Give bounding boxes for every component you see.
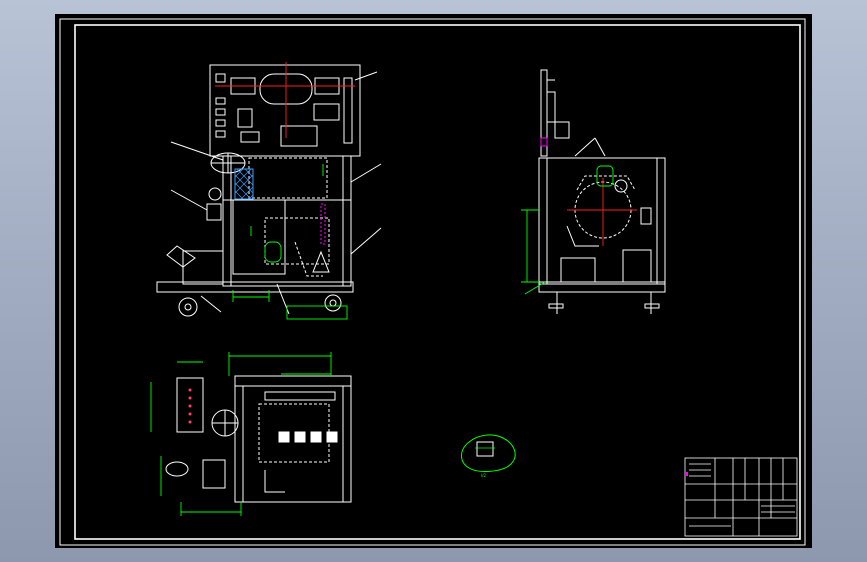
dim-front-2-box — [286, 305, 348, 320]
panel-small-screen — [240, 131, 260, 143]
side-frame — [538, 157, 666, 285]
side-foot-pad-right — [644, 303, 660, 309]
top-pipe — [264, 470, 285, 493]
panel-side-strip — [343, 77, 353, 144]
top-inner-rail — [264, 391, 336, 401]
panel-button-5 — [215, 130, 226, 138]
leader-6 — [200, 295, 222, 313]
caster-right — [324, 294, 342, 312]
front-view — [156, 64, 382, 317]
panel-switch-block — [237, 108, 253, 128]
front-hatch-box — [234, 168, 254, 200]
internal-tank — [248, 157, 328, 199]
panel-dot-1 — [188, 388, 192, 392]
side-magenta-marker — [540, 137, 548, 147]
detail-part — [476, 441, 494, 457]
top-panel-dots — [188, 388, 192, 424]
leader-4 — [350, 163, 382, 183]
front-frame — [222, 155, 352, 287]
leader-1 — [170, 141, 224, 161]
top-block-2 — [294, 431, 306, 443]
panel-dot-5 — [188, 420, 192, 424]
detail-label: I/2 — [481, 473, 487, 478]
side-panel-upright — [540, 69, 548, 157]
side-steering-column — [574, 137, 596, 157]
detail-view: I/2 — [461, 434, 516, 478]
front-detail-circle — [264, 241, 282, 263]
panel-button-3 — [215, 108, 226, 116]
side-dimensions — [521, 165, 614, 295]
top-block-4 — [326, 431, 338, 443]
side-panel-knob — [554, 121, 570, 139]
panel-dot-3 — [188, 404, 192, 408]
panel-dot-2 — [188, 396, 192, 400]
side-gear-knob — [640, 207, 652, 225]
caster-left-hub — [184, 303, 192, 311]
frame-panel-left — [232, 199, 286, 275]
internal-pipe — [294, 241, 323, 277]
panel-button-2 — [215, 97, 226, 105]
side-battery — [560, 257, 596, 283]
top-view — [165, 375, 352, 503]
leader-5 — [350, 227, 382, 255]
top-block-3 — [310, 431, 322, 443]
pedal — [166, 245, 196, 268]
leader-3 — [354, 71, 378, 81]
side-steering-arm — [594, 137, 606, 157]
title-block — [684, 457, 798, 537]
drawing-canvas: I/2 — [59, 18, 806, 546]
side-panel-box — [546, 91, 556, 123]
hatch-lines — [234, 168, 254, 200]
leader-2 — [170, 189, 208, 211]
caster-left — [178, 297, 198, 317]
title-block-marker — [686, 472, 688, 476]
front-instrument-panel — [209, 64, 361, 157]
front-jack — [312, 250, 330, 273]
front-centerlines — [215, 62, 355, 138]
top-box — [202, 459, 226, 489]
gear-lever-base — [206, 203, 222, 221]
gear-knob — [208, 187, 222, 201]
side-view — [538, 69, 666, 314]
panel-dot-4 — [188, 412, 192, 416]
detail-outline — [461, 434, 516, 472]
panel-button-4 — [215, 119, 226, 127]
cad-viewport[interactable]: I/2 — [55, 14, 812, 548]
pedal-box — [182, 250, 224, 285]
top-rail — [234, 375, 352, 387]
side-foot-pad-left — [548, 303, 564, 309]
top-gear-knob — [165, 461, 189, 477]
top-block-1 — [278, 431, 290, 443]
caster-right-hub — [329, 299, 337, 307]
internal-rod — [320, 203, 326, 245]
panel-button-1 — [215, 73, 226, 83]
side-box-right — [622, 249, 652, 283]
panel-display-lower — [313, 103, 340, 121]
